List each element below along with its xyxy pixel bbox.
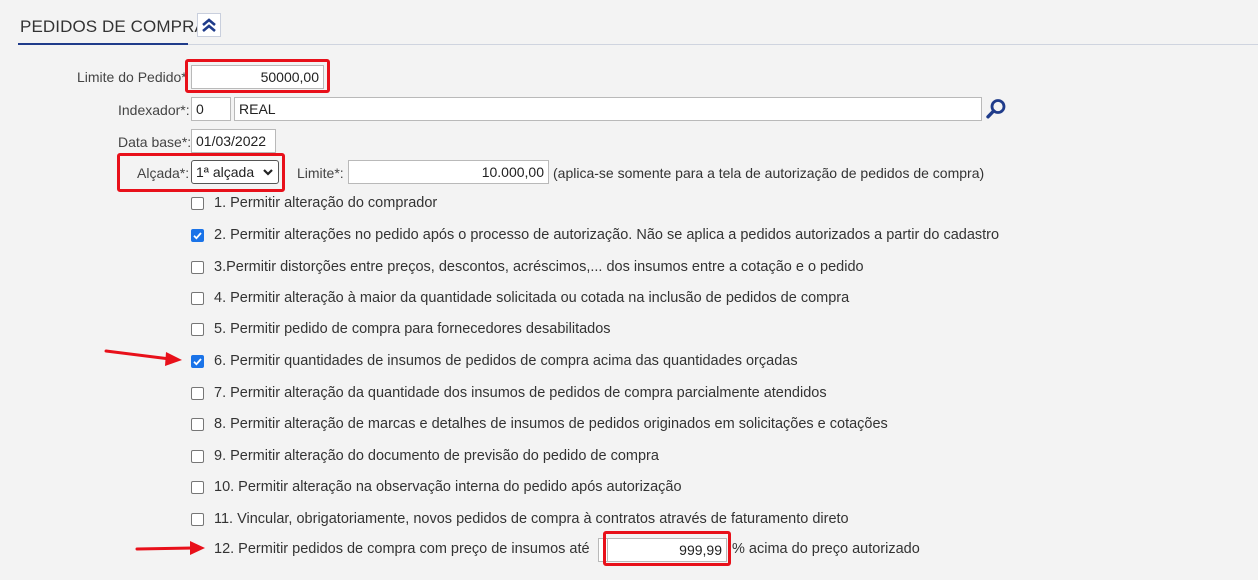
alcada-select[interactable]: 1ª alçada bbox=[191, 160, 279, 184]
section-divider bbox=[188, 44, 1258, 45]
alcada-selected-value: 1ª alçada bbox=[196, 164, 255, 180]
data-base-label: Data base*: bbox=[118, 134, 192, 150]
option-label: 6. Permitir quantidades de insumos de pe… bbox=[214, 353, 798, 369]
limite-input[interactable]: 10.000,00 bbox=[348, 160, 549, 184]
alcada-label: Alçada*: bbox=[137, 165, 190, 181]
option-label: 4. Permitir alteração à maior da quantid… bbox=[214, 290, 850, 306]
section-title: PEDIDOS DE COMPRA bbox=[20, 17, 206, 36]
option-row[interactable]: 3.Permitir distorções entre preços, desc… bbox=[191, 257, 864, 277]
magnifier-icon bbox=[986, 99, 1006, 119]
option-row[interactable]: 9. Permitir alteração do documento de pr… bbox=[191, 446, 659, 466]
option-row[interactable]: 11. Vincular, obrigatoriamente, novos pe… bbox=[191, 509, 849, 529]
option-row[interactable]: 4. Permitir alteração à maior da quantid… bbox=[191, 288, 849, 308]
option-label: 2. Permitir alterações no pedido após o … bbox=[214, 227, 1000, 243]
data-base-input[interactable]: 01/03/2022 bbox=[191, 129, 276, 153]
option-row[interactable]: 6. Permitir quantidades de insumos de pe… bbox=[191, 351, 798, 371]
red-arrow-icon bbox=[135, 541, 205, 555]
red-arrow-icon bbox=[104, 349, 182, 366]
checkbox[interactable] bbox=[191, 260, 204, 274]
option-label: 1. Permitir alteração do comprador bbox=[214, 195, 438, 211]
checkbox[interactable] bbox=[191, 386, 204, 400]
limite-label: Limite*: bbox=[297, 165, 344, 181]
option-row[interactable]: 10. Permitir alteração na observação int… bbox=[191, 477, 682, 497]
checkbox[interactable] bbox=[191, 449, 204, 463]
option12-percent-input[interactable]: 999,99 bbox=[607, 538, 727, 562]
option-label: 8. Permitir alteração de marcas e detalh… bbox=[214, 416, 888, 432]
section-title-underline bbox=[18, 43, 188, 45]
checkbox[interactable] bbox=[191, 322, 204, 336]
option-label: 7. Permitir alteração da quantidade dos … bbox=[214, 385, 827, 401]
checkbox[interactable] bbox=[191, 196, 204, 210]
double-chevron-up-icon bbox=[202, 18, 216, 32]
option-row[interactable]: 2. Permitir alterações no pedido após o … bbox=[191, 225, 999, 245]
indexador-code-input[interactable]: 0 bbox=[191, 97, 231, 121]
option-label: 11. Vincular, obrigatoriamente, novos pe… bbox=[214, 511, 849, 527]
checkbox[interactable] bbox=[191, 480, 204, 494]
chevron-down-icon bbox=[263, 169, 273, 176]
limite-pedido-input[interactable]: 50000,00 bbox=[191, 65, 324, 89]
checkbox-checked[interactable] bbox=[191, 354, 204, 368]
checkmark-icon bbox=[193, 357, 202, 366]
checkmark-icon bbox=[193, 231, 202, 240]
option-row[interactable]: 7. Permitir alteração da quantidade dos … bbox=[191, 383, 827, 403]
checkbox[interactable] bbox=[191, 417, 204, 431]
indexador-search-button[interactable] bbox=[984, 97, 1008, 121]
option-label: 9. Permitir alteração do documento de pr… bbox=[214, 448, 659, 464]
limite-note: (aplica-se somente para a tela de autori… bbox=[553, 165, 985, 181]
checkbox[interactable] bbox=[191, 512, 204, 526]
option-row[interactable]: 5. Permitir pedido de compra para fornec… bbox=[191, 319, 611, 339]
collapse-section-button[interactable] bbox=[197, 13, 221, 37]
option-label: 5. Permitir pedido de compra para fornec… bbox=[214, 321, 611, 337]
indexador-label: Indexador*: bbox=[118, 102, 190, 118]
option-label: 10. Permitir alteração na observação int… bbox=[214, 479, 682, 495]
option-label: 3.Permitir distorções entre preços, desc… bbox=[214, 259, 864, 275]
option12-suffix: % acima do preço autorizado bbox=[732, 541, 920, 557]
indexador-name-input[interactable]: REAL bbox=[234, 97, 982, 121]
option-row[interactable]: 8. Permitir alteração de marcas e detalh… bbox=[191, 414, 888, 434]
limite-pedido-label: Limite do Pedido* bbox=[77, 69, 187, 85]
checkbox[interactable] bbox=[191, 291, 204, 305]
option12-prefix: 12. Permitir pedidos de compra com preço… bbox=[214, 541, 590, 557]
checkbox-checked[interactable] bbox=[191, 228, 204, 242]
option12-input-edge bbox=[598, 538, 607, 562]
section-header: PEDIDOS DE COMPRA bbox=[0, 0, 1258, 45]
option-row[interactable]: 1. Permitir alteração do comprador bbox=[191, 193, 437, 213]
